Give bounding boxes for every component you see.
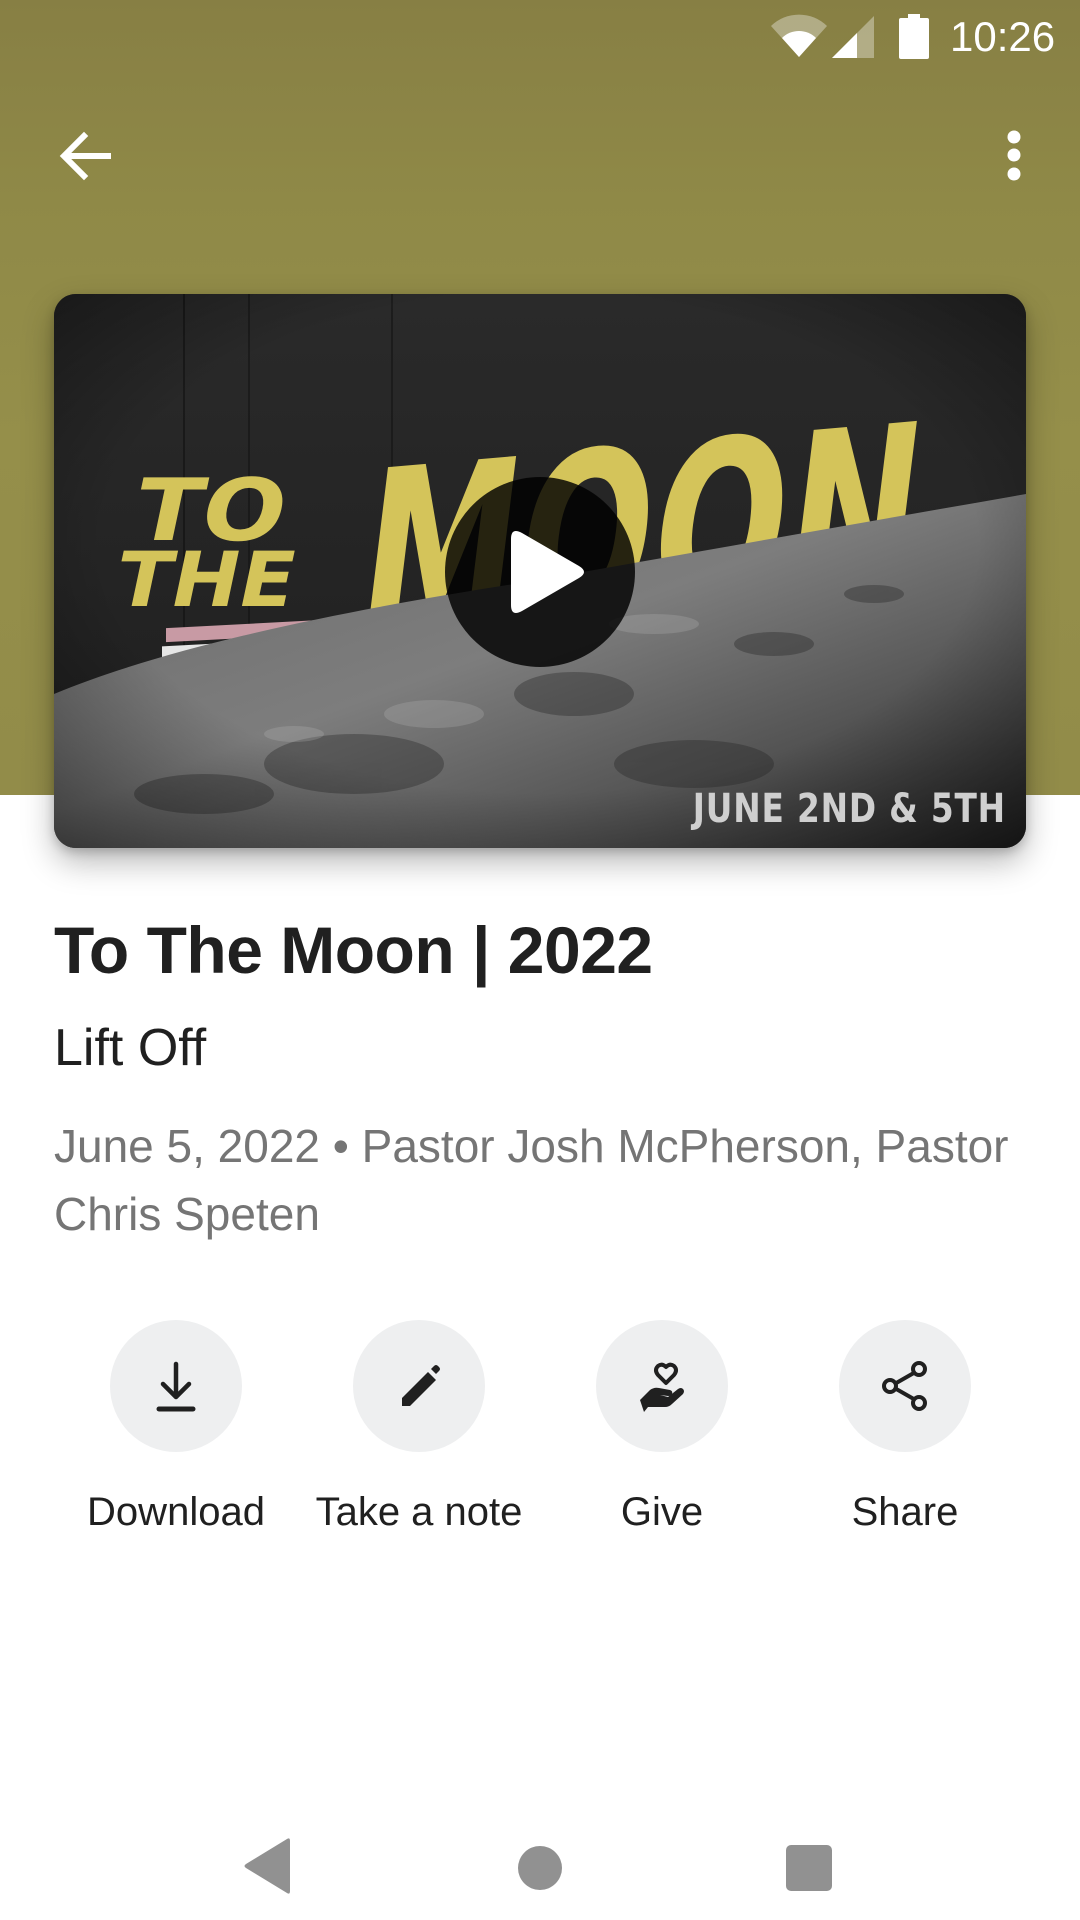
- nav-back-icon[interactable]: [240, 1836, 294, 1896]
- take-note-button[interactable]: Take a note: [299, 1320, 539, 1560]
- status-time: 10:26: [950, 13, 1056, 60]
- share-button-circle[interactable]: [839, 1320, 971, 1452]
- download-icon: [156, 1361, 196, 1412]
- pencil-icon: [402, 1365, 440, 1406]
- give-button[interactable]: Give: [542, 1320, 782, 1560]
- share-label: Share: [851, 1490, 959, 1534]
- sermon-meta: June 5, 2022 • Pastor Josh McPherson, Pa…: [54, 1120, 1009, 1240]
- nav-home-icon[interactable]: [518, 1846, 562, 1890]
- wifi-icon: [771, 14, 827, 57]
- back-button[interactable]: [44, 116, 124, 196]
- give-button-circle[interactable]: [596, 1320, 728, 1452]
- poster-dates: JUNE 2ND & 5TH: [692, 786, 1006, 832]
- download-button[interactable]: Download: [56, 1320, 296, 1560]
- take-note-label: Take a note: [315, 1490, 523, 1534]
- give-label: Give: [620, 1490, 704, 1534]
- play-icon: [511, 531, 584, 613]
- cell-signal-icon: [832, 16, 874, 58]
- sermon-title: To The Moon | 2022: [54, 913, 653, 987]
- more-options-button[interactable]: [974, 116, 1054, 196]
- arrow-back-icon: [59, 131, 111, 181]
- download-button-circle[interactable]: [110, 1320, 242, 1452]
- system-navigation-bar: [0, 1800, 1080, 1920]
- more-vert-icon: [1007, 130, 1021, 181]
- download-label: Download: [87, 1490, 265, 1534]
- share-button[interactable]: Share: [785, 1320, 1025, 1560]
- battery-icon: [899, 14, 929, 59]
- take-note-button-circle[interactable]: [353, 1320, 485, 1452]
- play-button[interactable]: [445, 477, 635, 667]
- sermon-media-card[interactable]: TO THE MOON 2022 JUNE 2ND & 5TH: [54, 294, 1026, 848]
- sermon-subtitle: Lift Off: [54, 1019, 207, 1077]
- nav-recents-icon[interactable]: [786, 1845, 832, 1891]
- give-hand-heart-icon: [640, 1362, 684, 1412]
- share-icon: [882, 1361, 927, 1411]
- status-bar: 10:26: [0, 0, 1080, 72]
